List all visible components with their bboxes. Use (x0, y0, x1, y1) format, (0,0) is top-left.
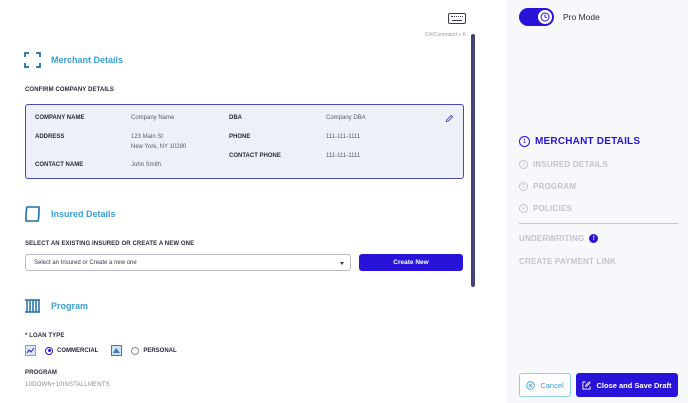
app: Ctrl/Command + K Merchant Details CONFIR… (0, 0, 688, 403)
contact-name-label: CONTACT NAME (35, 162, 84, 168)
scrollbar-thumb[interactable] (471, 34, 475, 287)
keyboard-icon[interactable] (448, 13, 466, 24)
sidebar-divider (519, 223, 678, 224)
step-label: PROGRAM (533, 182, 577, 191)
payment-link-label: CREATE PAYMENT LINK (519, 257, 616, 266)
dba-label: DBA (229, 115, 242, 121)
step-label: INSURED DETAILS (533, 160, 608, 169)
step-number: 4 (519, 204, 528, 213)
insured-select[interactable]: Select an Insured or Create a new one (25, 254, 351, 271)
contact-name-value: John Smith (131, 162, 162, 168)
company-details-card: COMPANY NAME Company Name ADDRESS 123 Ma… (25, 104, 464, 179)
insured-select-value: Select an Insured or Create a new one (34, 259, 137, 266)
personal-icon (111, 345, 123, 356)
commercial-radio[interactable] (45, 346, 53, 355)
program-title: Program (51, 301, 89, 311)
phone-label: PHONE (229, 134, 251, 140)
close-and-save-draft-button[interactable]: Close and Save Draft (576, 373, 678, 397)
main-content: Ctrl/Command + K Merchant Details CONFIR… (0, 0, 478, 403)
personal-radio[interactable] (131, 346, 140, 355)
merchant-section-header: Merchant Details (24, 52, 123, 68)
cancel-button[interactable]: Cancel (519, 373, 571, 397)
program-value: 10DOWN+10INSTALLMENTS (25, 382, 110, 388)
create-new-button[interactable]: Create New (359, 254, 463, 271)
merchant-frame-icon (24, 52, 41, 68)
commercial-label: COMMERCIAL (57, 347, 99, 354)
contact-phone-label: CONTACT PHONE (229, 153, 281, 159)
chevron-down-icon (340, 262, 344, 265)
pencil-icon[interactable] (445, 114, 454, 123)
step-number: 3 (519, 182, 528, 191)
step-merchant-details[interactable]: 1 MERCHANT DETAILS (519, 136, 640, 147)
commercial-icon (25, 345, 36, 356)
company-name-value: Company Name (131, 115, 175, 121)
insured-title: Insured Details (51, 209, 116, 219)
pro-mode-toggle[interactable] (519, 8, 554, 26)
shortcut-text: Ctrl/Command + K (424, 32, 466, 38)
step-insured-details[interactable]: 2 INSURED DETAILS (519, 160, 608, 169)
phone-value: 111-111-1111 (326, 134, 361, 140)
select-insured-label: SELECT AN EXISTING INSURED OR CREATE A N… (25, 241, 195, 247)
loan-type-options: COMMERCIAL PERSONAL (25, 345, 177, 356)
cancel-circle-icon (526, 380, 536, 390)
insured-frame-icon (25, 206, 40, 222)
create-payment-link-item[interactable]: CREATE PAYMENT LINK (519, 257, 616, 266)
save-label: Close and Save Draft (596, 380, 672, 390)
underwriting-item[interactable]: UNDERWRITING ! (519, 234, 599, 243)
shortcut-hint[interactable]: Ctrl/Command + K (425, 11, 466, 38)
company-name-label: COMPANY NAME (35, 115, 85, 121)
merchant-title: Merchant Details (51, 55, 124, 65)
contact-phone-value: 111-111-1111 (326, 153, 361, 159)
step-label: MERCHANT DETAILS (535, 136, 641, 147)
clock-icon (540, 12, 550, 22)
address-line-1: 123 Main St (131, 134, 164, 140)
insured-section-header: Insured Details (24, 206, 116, 222)
edit-square-icon (582, 380, 592, 390)
step-number: 2 (519, 160, 528, 169)
program-label: PROGRAM (25, 370, 58, 376)
program-section-header: Program (24, 298, 88, 314)
step-number: 1 (519, 136, 530, 147)
sidebar: Pro Mode 1 MERCHANT DETAILS 2 INSURED DE… (507, 0, 688, 403)
toggle-knob (538, 10, 552, 24)
loan-type-label: * LOAN TYPE (25, 333, 65, 339)
step-policies[interactable]: 4 POLICIES (519, 204, 572, 213)
address-label: ADDRESS (35, 134, 65, 140)
cancel-label: Cancel (540, 380, 564, 390)
alert-icon: ! (589, 234, 599, 243)
step-label: POLICIES (533, 204, 572, 213)
confirm-company-label: CONFIRM COMPANY DETAILS (25, 87, 114, 93)
pro-mode-label: Pro Mode (563, 12, 600, 22)
personal-label: PERSONAL (143, 347, 177, 354)
underwriting-label: UNDERWRITING (519, 234, 585, 243)
dba-value: Company DBA (326, 115, 366, 121)
step-program[interactable]: 3 PROGRAM (519, 182, 576, 191)
program-icon (25, 299, 40, 313)
address-line-2: New York, NY 10280 (131, 144, 187, 150)
